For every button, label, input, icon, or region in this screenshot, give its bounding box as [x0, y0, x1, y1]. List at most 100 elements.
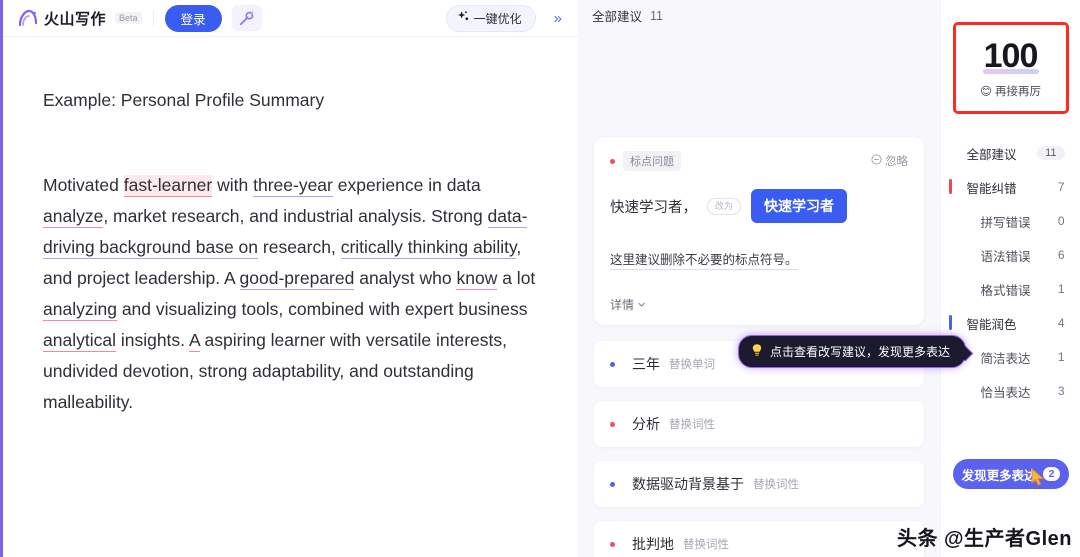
- score-caption-text: 再接再厉: [995, 85, 1041, 98]
- sparkle-icon: [457, 10, 470, 26]
- suggestion-card[interactable]: 标点问题 忽略 快速学习者， 改为 快速学习者 这里建议删除不必要的标点符号。: [594, 137, 924, 325]
- category-row-format[interactable]: 格式错误 1: [941, 272, 1080, 306]
- text-run: Motivated: [43, 175, 124, 195]
- list-item-word: 分析: [632, 416, 660, 432]
- suggestions-header-count: 11: [650, 8, 663, 23]
- suggestion-card-header: 标点问题 忽略: [610, 151, 908, 171]
- score-card: 100 😊 再接再厉: [952, 22, 1069, 114]
- list-item-kind: 替换词性: [753, 479, 799, 491]
- magic-wand-icon[interactable]: [231, 5, 262, 31]
- text-run: research,: [258, 237, 341, 257]
- list-item-kind: 替换单词: [669, 359, 715, 371]
- list-item[interactable]: 分析 替换词性: [594, 401, 924, 447]
- suggestion-description-wrap: 这里建议删除不必要的标点符号。: [610, 229, 908, 274]
- text-run: insights.: [115, 330, 189, 350]
- suggestion-span-good-prepared[interactable]: good-prepared: [239, 268, 355, 290]
- suggestions-header: 全部建议 11: [578, 0, 940, 25]
- text-run: analyst who: [354, 268, 457, 288]
- score-caption: 😊 再接再厉: [980, 83, 1041, 99]
- app-root: 火山写作 Beta 登录 一键优化 » Example: Personal Pr…: [0, 0, 1080, 557]
- list-item-kind: 替换词性: [669, 419, 715, 431]
- text-run: and visualizing tools, combined with exp…: [116, 299, 528, 319]
- suggestion-span-three-year[interactable]: three-year: [253, 175, 333, 197]
- category-row-grammar[interactable]: 语法错误 6: [941, 238, 1080, 272]
- category-row-smart-correction[interactable]: 智能纠错 7: [941, 170, 1080, 204]
- original-word: 快速学习者，: [610, 199, 697, 216]
- optimize-label: 一键优化: [473, 11, 522, 26]
- category-label: 智能纠错: [966, 181, 1017, 196]
- category-label: 智能润色: [966, 317, 1017, 332]
- tooltip-text: 点击查看改写建议，发现更多表达: [770, 345, 951, 359]
- text-run: a lot: [497, 268, 536, 288]
- category-row-smart-polish[interactable]: 智能润色 4: [941, 306, 1080, 340]
- double-chevron-right-icon[interactable]: »: [550, 11, 566, 26]
- score-sidebar: 100 😊 再接再厉 全部建议 11 智能纠错 7 拼写错误 0 语法错误 6 …: [940, 0, 1080, 557]
- volcano-logo-icon: [17, 8, 39, 28]
- replacement-row: 快速学习者， 改为 快速学习者: [610, 189, 908, 223]
- severity-dot-icon: [610, 158, 615, 164]
- list-item[interactable]: 数据驱动背景基于 替换词性: [594, 461, 924, 507]
- error-span-a[interactable]: A: [188, 330, 200, 352]
- watermark: 头条 @生产者Glen: [896, 528, 1072, 550]
- category-count: 6: [1057, 248, 1065, 262]
- severity-dot-icon: [610, 421, 615, 427]
- severity-dot-icon: [610, 541, 615, 547]
- list-item-word: 三年: [632, 356, 660, 372]
- category-count: 4: [1057, 316, 1065, 330]
- rewrite-hint-tooltip: 点击查看改写建议，发现更多表达: [738, 335, 967, 368]
- category-row-spelling[interactable]: 拼写错误 0: [941, 204, 1080, 238]
- suggestion-description: 这里建议删除不必要的标点符号。: [610, 249, 798, 270]
- details-toggle[interactable]: 详情: [610, 296, 908, 313]
- category-label: 格式错误: [980, 283, 1031, 298]
- error-span-fast-learner[interactable]: fast-learner: [123, 175, 213, 197]
- chevron-down-icon: [637, 298, 646, 312]
- category-row-all[interactable]: 全部建议 11: [941, 136, 1080, 170]
- severity-dot-icon: [610, 481, 615, 487]
- list-item-word: 批判地: [632, 536, 674, 552]
- list-item-word: 数据驱动背景基于: [632, 476, 744, 492]
- ignore-label: 忽略: [885, 156, 908, 168]
- brand-logo: 火山写作 Beta: [17, 8, 142, 29]
- text-run: with: [212, 175, 254, 195]
- ignore-button[interactable]: 忽略: [871, 153, 908, 169]
- discover-badge-count: 2: [1042, 467, 1061, 481]
- error-span-analyzing[interactable]: analyzing: [43, 299, 117, 321]
- error-span-analytical[interactable]: analytical: [43, 330, 116, 352]
- category-row-appropriate[interactable]: 恰当表达 3: [941, 374, 1080, 408]
- error-span-analyze[interactable]: analyze: [43, 206, 104, 228]
- smile-emoji-icon: 😊: [980, 85, 992, 98]
- category-label: 简洁表达: [980, 351, 1031, 366]
- discover-more-button[interactable]: 发现更多表达 2: [953, 459, 1069, 489]
- error-span-know[interactable]: know: [456, 268, 498, 290]
- suggestion-span-critically-thinking[interactable]: critically thinking ability: [340, 237, 517, 259]
- category-count: 7: [1057, 180, 1065, 194]
- change-to-pill: 改为: [707, 197, 742, 215]
- text-run: experience in data: [332, 175, 481, 195]
- document-editor[interactable]: Example: Personal Profile Summary Motiva…: [3, 37, 578, 557]
- details-label: 详情: [610, 298, 635, 312]
- document-paragraph: Motivated fast-learner with three-year e…: [43, 170, 540, 418]
- document-title: Example: Personal Profile Summary: [43, 90, 325, 110]
- brand-name: 火山写作: [44, 10, 107, 28]
- apply-replacement-button[interactable]: 快速学习者: [751, 189, 848, 223]
- lightbulb-icon: [751, 343, 763, 360]
- category-accent-bar: [948, 179, 952, 194]
- suggestion-type-tag: 标点问题: [623, 151, 681, 171]
- discover-label: 发现更多表达: [961, 468, 1037, 483]
- category-count: 3: [1057, 384, 1065, 398]
- category-label: 拼写错误: [980, 215, 1031, 230]
- editor-column: 火山写作 Beta 登录 一键优化 » Example: Personal Pr…: [0, 0, 578, 557]
- suggestions-scroll-area[interactable]: 标点问题 忽略 快速学习者， 改为 快速学习者 这里建议删除不必要的标点符号。: [578, 25, 967, 557]
- one-click-optimize-button[interactable]: 一键优化: [445, 4, 536, 32]
- category-count: 1: [1057, 282, 1065, 296]
- category-label: 恰当表达: [980, 385, 1031, 400]
- toolbar-divider: [152, 10, 154, 26]
- category-label: 全部建议: [966, 147, 1017, 162]
- list-item[interactable]: 批判地 替换词性: [594, 521, 924, 557]
- top-toolbar: 火山写作 Beta 登录 一键优化 »: [3, 0, 578, 37]
- category-label: 语法错误: [980, 249, 1031, 264]
- minus-circle-icon: [871, 154, 882, 168]
- login-button[interactable]: 登录: [164, 4, 222, 32]
- category-count: 1: [1057, 350, 1065, 364]
- severity-dot-icon: [610, 361, 615, 367]
